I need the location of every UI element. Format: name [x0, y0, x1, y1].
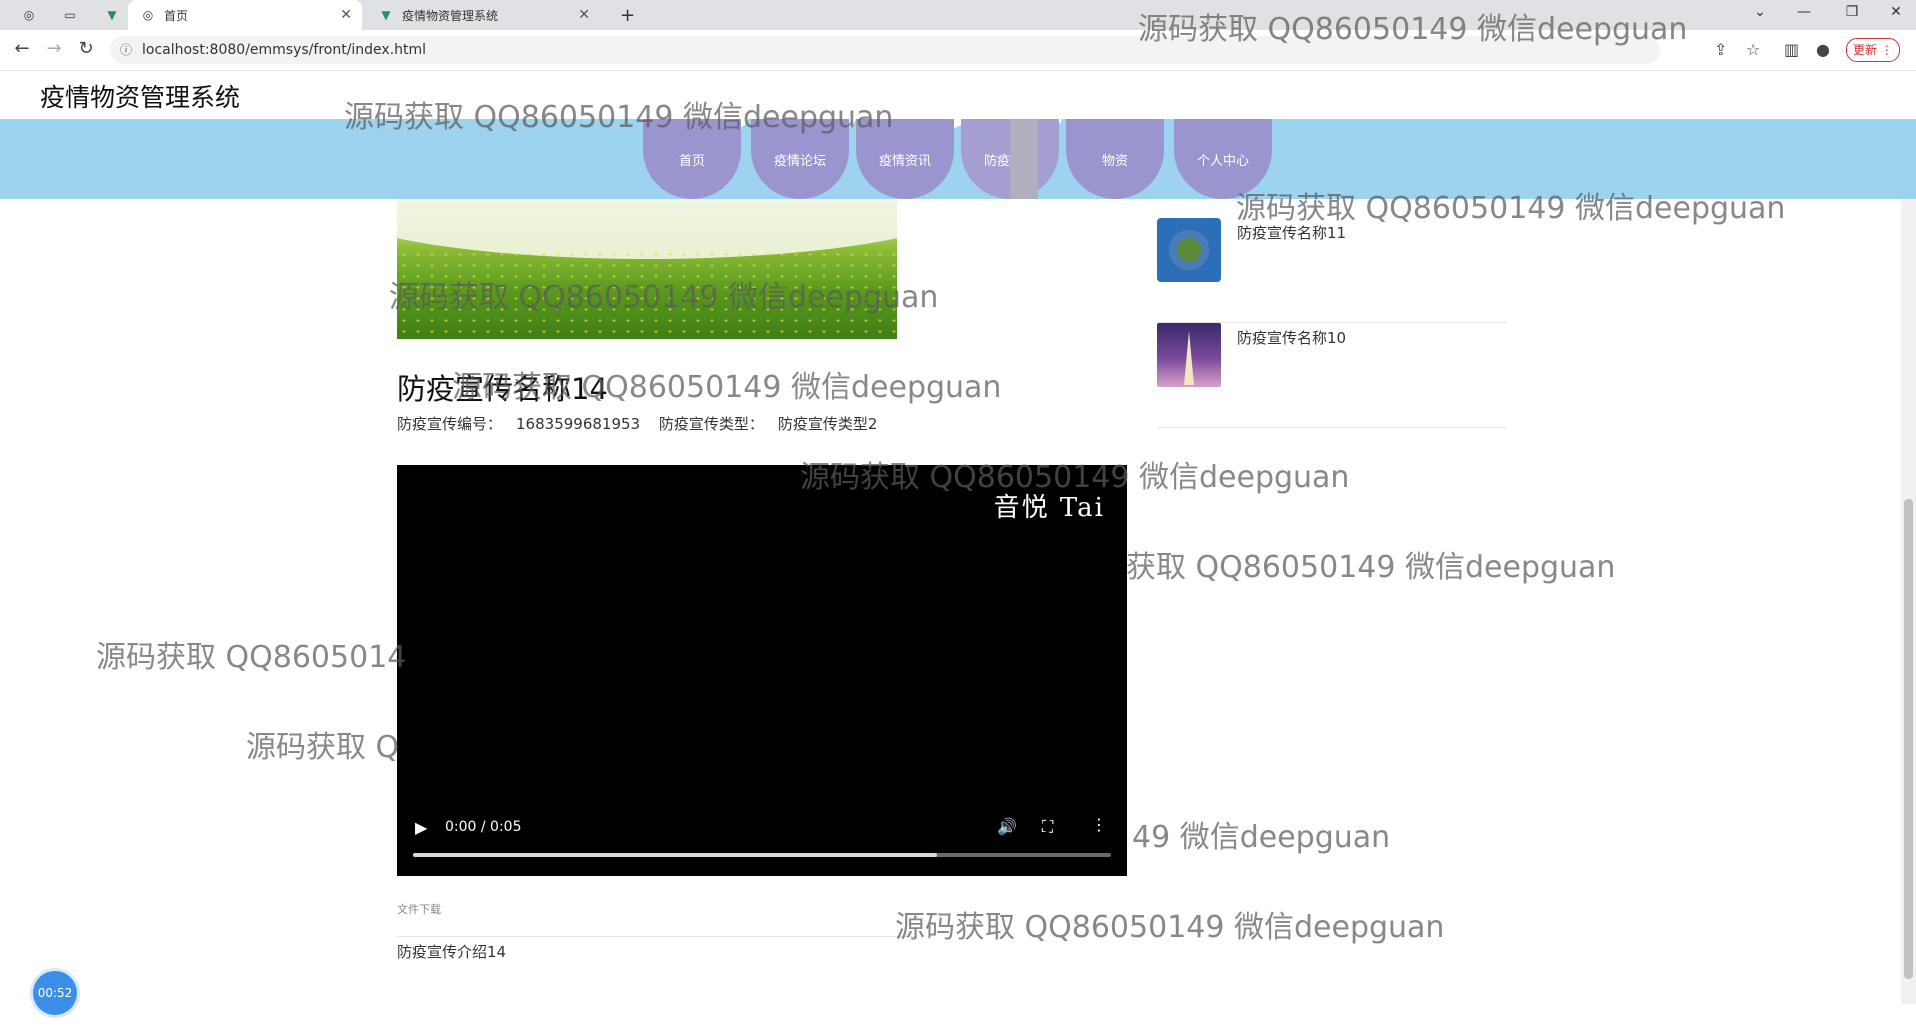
article-meta: 防疫宣传编号： 1683599681953 防疫宣传类型： 防疫宣传类型2 — [397, 413, 891, 434]
reload-icon[interactable]: ↻ — [74, 38, 98, 59]
watermark-text: 源码获取 QQ86050149 微信deepguan — [1138, 12, 1688, 47]
tab-system[interactable]: ▼ 疫情物资管理系统 ✕ — [366, 0, 600, 30]
profile-icon[interactable]: ● — [1816, 40, 1830, 59]
sidebar-thumbnail — [1157, 218, 1221, 282]
video-buffer-bar — [413, 853, 937, 857]
scrollbar-thumb[interactable] — [1904, 499, 1913, 979]
watermark-text: 源码获取 QQ86050149 微信deepguan — [800, 460, 1350, 495]
video-time: 0:00 / 0:05 — [445, 819, 522, 835]
watermark-text: 获取 QQ86050149 微信deepguan — [1126, 550, 1616, 585]
back-arrow-icon[interactable]: ← — [10, 38, 34, 59]
close-icon[interactable]: ✕ — [340, 7, 352, 23]
chevron-down-icon[interactable]: ⌄ — [1742, 4, 1778, 20]
restore-icon[interactable]: ❐ — [1834, 4, 1870, 20]
pinned-tab-1[interactable]: ◎ — [10, 0, 44, 30]
forward-arrow-icon[interactable]: → — [42, 38, 66, 59]
watermark-text: 源码获取 QQ86050149 微信deepguan — [895, 910, 1445, 945]
watermark-text: 49 微信deepguan — [1132, 820, 1391, 855]
meta-type-label: 防疫宣传类型： — [658, 415, 764, 433]
globe-icon: ◎ — [142, 8, 154, 22]
page-scrollbar[interactable] — [1901, 199, 1916, 1004]
vue-logo-icon: ▼ — [381, 8, 391, 22]
sidebar-list-item[interactable]: 防疫宣传名称10 — [1157, 323, 1507, 428]
meta-type-value: 防疫宣传类型2 — [777, 415, 878, 433]
tower-shape — [1184, 331, 1194, 385]
info-icon[interactable]: ⓘ — [120, 36, 132, 64]
tab-system-label: 疫情物资管理系统 — [402, 8, 499, 23]
close-icon[interactable]: ✕ — [578, 7, 590, 23]
meta-number-label: 防疫宣传编号： — [397, 415, 503, 433]
new-tab-button[interactable]: + — [612, 0, 642, 30]
share-icon[interactable]: ⇪ — [1714, 40, 1727, 59]
sidebar-thumbnail — [1157, 323, 1221, 387]
watermark-text: 源码获取 QQ86050149 微信deepguan — [389, 280, 939, 315]
play-icon[interactable]: ▶ — [415, 818, 427, 837]
vue-logo-icon: ▼ — [107, 8, 117, 22]
watermark-text: 源码获取 QQ8605014 — [96, 640, 407, 675]
sidebar-list-item[interactable]: 防疫宣传名称11 — [1157, 218, 1507, 323]
pinned-tab-3[interactable]: ▼ — [92, 0, 128, 30]
video-player[interactable]: 音悦 Tai ▶ 0:00 / 0:05 🔊 ⛶ ⋮ — [397, 465, 1127, 876]
recording-timer: 00:52 — [33, 971, 77, 1015]
more-options-icon[interactable]: ⋮ — [1091, 815, 1107, 834]
tab-home-label: 首页 — [164, 8, 189, 23]
pinned-tab-2[interactable]: ▭ — [50, 0, 86, 30]
article-intro: 防疫宣传介绍14 — [397, 943, 507, 961]
meta-number-value: 1683599681953 — [516, 415, 641, 433]
sidebar-item-name: 防疫宣传名称10 — [1237, 329, 1347, 347]
url-text: localhost:8080/emmsys/front/index.html — [142, 42, 427, 58]
watermark-text: 源码获取 QQ86050149 微信deepguan — [452, 370, 1002, 405]
tab-home[interactable]: ◎ 首页 ✕ — [128, 0, 362, 30]
nav-hover-indicator — [1010, 119, 1038, 199]
watermark-text: 源码获取 QQ86050149 微信deepguan — [344, 100, 894, 135]
file-download-link[interactable]: 文件下载 — [397, 901, 441, 917]
site-title: 疫情物资管理系统 — [40, 83, 241, 112]
plus-icon: + — [620, 4, 636, 26]
watermark-text: 源码获取 Q — [246, 730, 400, 765]
star-icon[interactable]: ☆ — [1746, 40, 1760, 59]
update-label: 更新 — [1853, 43, 1878, 57]
watermark-text: 源码获取 QQ86050149 微信deepguan — [1236, 191, 1786, 226]
divider — [397, 936, 917, 937]
video-progress-track[interactable] — [413, 853, 1111, 857]
page-icon: ▭ — [64, 8, 76, 22]
minimize-icon[interactable]: — — [1786, 4, 1822, 20]
update-button[interactable]: 更新 ⋮ — [1846, 38, 1900, 62]
globe-icon: ◎ — [23, 8, 35, 22]
window-close-icon[interactable]: ✕ — [1878, 4, 1914, 20]
fullscreen-icon[interactable]: ⛶ — [1042, 817, 1053, 837]
volume-icon[interactable]: 🔊 — [997, 817, 1017, 836]
side-panel-icon[interactable]: ▥ — [1784, 40, 1799, 59]
article-cover-image — [397, 199, 897, 339]
